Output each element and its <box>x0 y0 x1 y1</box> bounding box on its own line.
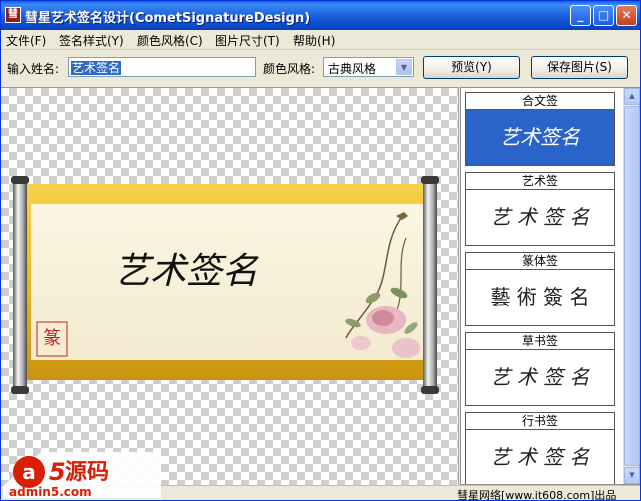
scroll-down-icon[interactable]: ▼ <box>624 467 640 484</box>
svg-text:5: 5 <box>49 458 66 486</box>
app-icon[interactable]: 彗 <box>5 7 21 23</box>
style-list-panel: 合文签 艺术签名 艺术签 艺 术 签 名 篆体签 藝 術 簽 名 草书签 艺 术… <box>460 87 640 485</box>
watermark-url: admin5.com <box>9 485 92 499</box>
menu-image-size[interactable]: 图片尺寸(T) <box>215 32 280 49</box>
save-image-button[interactable]: 保存图片(S) <box>531 56 628 79</box>
name-input[interactable]: 艺术签名 <box>68 57 256 77</box>
minimize-button[interactable]: _ <box>570 5 591 26</box>
style-item-running[interactable]: 行书签 艺 术 签 名 <box>465 412 615 484</box>
close-button[interactable]: ✕ <box>616 5 637 26</box>
menu-signature-style[interactable]: 签名样式(Y) <box>59 32 124 49</box>
style-item-label: 艺术签 <box>465 172 615 190</box>
style-item-seal-script[interactable]: 篆体签 藝 術 簽 名 <box>465 252 615 326</box>
menu-color-style[interactable]: 颜色风格(C) <box>137 32 203 49</box>
chevron-down-icon[interactable]: ▼ <box>396 59 412 75</box>
scroll-rod-left <box>13 180 27 390</box>
name-label: 输入姓名: <box>7 62 60 76</box>
title-bar[interactable]: 彗 彗星艺术签名设计(CometSignatureDesign) _ □ ✕ <box>1 1 640 30</box>
color-style-value: 古典风格 <box>328 62 377 76</box>
app-window: 彗 彗星艺术签名设计(CometSignatureDesign) _ □ ✕ 文… <box>0 0 641 501</box>
style-list: 合文签 艺术签名 艺术签 艺 术 签 名 篆体签 藝 術 簽 名 草书签 艺 术… <box>461 88 623 484</box>
style-item-art[interactable]: 艺术签 艺 术 签 名 <box>465 172 615 246</box>
style-item-preview: 藝 術 簽 名 <box>465 270 615 326</box>
scroll-rod-right <box>423 180 437 390</box>
signature-text: 艺术签名 <box>114 251 259 292</box>
scroll-painting: 艺术签名 篆 <box>11 176 439 394</box>
window-title: 彗星艺术签名设计(CometSignatureDesign) <box>25 11 311 26</box>
svg-text:源码: 源码 <box>65 460 109 485</box>
style-item-preview: 艺 术 签 名 <box>465 430 615 484</box>
name-input-value: 艺术签名 <box>71 61 122 75</box>
style-item-label: 合文签 <box>465 92 615 110</box>
seal-glyph: 篆 <box>43 328 61 349</box>
scrollbar-thumb[interactable] <box>624 106 640 466</box>
menu-help[interactable]: 帮助(H) <box>293 32 335 49</box>
style-item-cursive[interactable]: 草书签 艺 术 签 名 <box>465 332 615 406</box>
color-style-select[interactable]: 古典风格 ▼ <box>323 57 414 77</box>
scroll-up-icon[interactable]: ▲ <box>624 88 640 105</box>
maximize-button[interactable]: □ <box>593 5 614 26</box>
preview-canvas: 艺术签名 篆 <box>1 87 459 485</box>
style-item-label: 草书签 <box>465 332 615 350</box>
style-item-hewen[interactable]: 合文签 艺术签名 <box>465 92 615 166</box>
publisher-link[interactable]: 彗星网络[www.it608.com]出品 <box>457 487 616 500</box>
style-item-preview: 艺 术 签 名 <box>465 190 615 246</box>
toolbar: 输入姓名: 艺术签名 颜色风格: 古典风格 ▼ 预览(Y) 保存图片(S) <box>1 51 640 85</box>
style-item-label: 篆体签 <box>465 252 615 270</box>
menu-bar: 文件(F) 签名样式(Y) 颜色风格(C) 图片尺寸(T) 帮助(H) <box>1 30 640 50</box>
a5-watermark-logo: a 5 源码 admin5.com <box>3 452 161 499</box>
preview-button[interactable]: 预览(Y) <box>423 56 520 79</box>
vertical-scrollbar[interactable]: ▲ ▼ <box>623 88 640 484</box>
color-style-label: 颜色风格: <box>263 62 316 76</box>
svg-text:a: a <box>22 460 36 484</box>
menu-file[interactable]: 文件(F) <box>6 32 46 49</box>
style-item-preview: 艺术签名 <box>465 110 615 166</box>
style-item-preview: 艺 术 签 名 <box>465 350 615 406</box>
style-item-label: 行书签 <box>465 412 615 430</box>
